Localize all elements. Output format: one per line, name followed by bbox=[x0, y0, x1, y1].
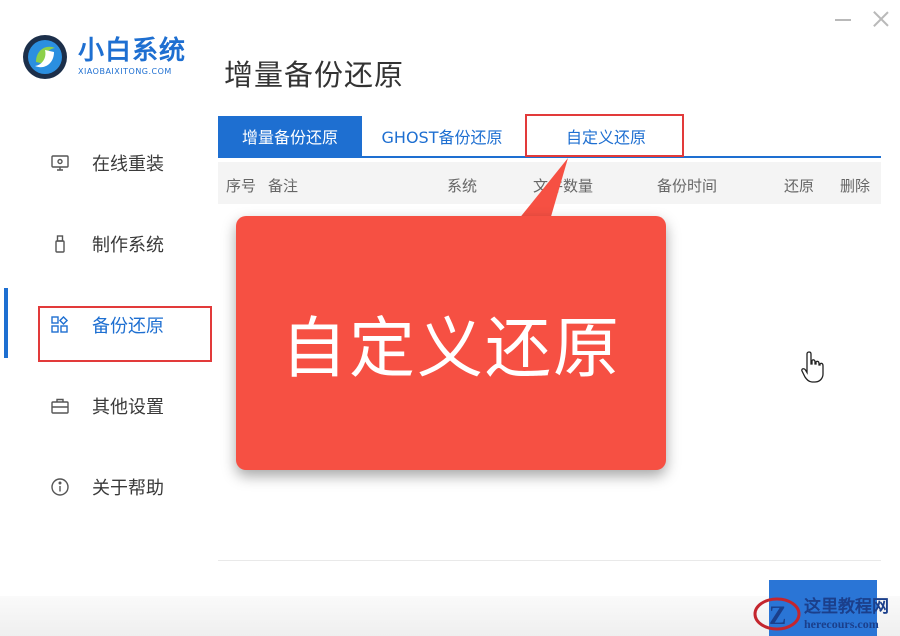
watermark-url: herecours.com bbox=[804, 617, 879, 631]
sidebar-item-label: 在线重装 bbox=[92, 153, 164, 175]
watermark-logo-icon: Z bbox=[753, 597, 801, 631]
divider bbox=[218, 560, 881, 561]
page-title: 增量备份还原 bbox=[224, 58, 405, 92]
watermark: Z 这里教程网 herecours.com bbox=[752, 592, 900, 636]
column-header: 还原 bbox=[784, 177, 815, 195]
hand-cursor-icon bbox=[801, 351, 824, 383]
column-header: 备份时间 bbox=[657, 177, 718, 195]
column-header: 备注 bbox=[268, 177, 299, 195]
sidebar-item-about-help[interactable]: 关于帮助 bbox=[0, 446, 215, 527]
sidebar-item-make-system[interactable]: 制作系统 bbox=[0, 203, 215, 284]
column-header: 删除 bbox=[840, 177, 871, 195]
tab-ghost-backup[interactable]: GHOST备份还原 bbox=[362, 116, 522, 156]
sidebar-item-other-settings[interactable]: 其他设置 bbox=[0, 365, 215, 446]
active-indicator bbox=[4, 288, 8, 358]
watermark-title: 这里教程网 bbox=[804, 597, 889, 617]
sidebar-item-online-reinstall[interactable]: 在线重装 bbox=[0, 122, 215, 203]
callout-text: 自定义还原 bbox=[281, 310, 621, 387]
highlight-box-sidebar bbox=[38, 306, 212, 362]
tab-incremental-backup[interactable]: 增量备份还原 bbox=[218, 116, 362, 156]
column-header: 序号 bbox=[226, 177, 257, 195]
app-domain: XIAOBAIXITONG.COM bbox=[78, 67, 172, 76]
sidebar-item-label: 其他设置 bbox=[92, 396, 164, 418]
sidebar-item-label: 关于帮助 bbox=[92, 477, 164, 499]
callout-bubble: 自定义还原 bbox=[236, 216, 666, 470]
callout-tail bbox=[518, 158, 568, 220]
briefcase-icon bbox=[50, 396, 70, 416]
close-icon[interactable] bbox=[870, 8, 892, 30]
sidebar-item-label: 制作系统 bbox=[92, 234, 164, 256]
svg-text:Z: Z bbox=[769, 601, 786, 630]
app-name: 小白系统 bbox=[78, 36, 187, 66]
highlight-box-tab bbox=[525, 114, 684, 157]
window-controls bbox=[832, 8, 892, 30]
logo-icon bbox=[23, 35, 67, 79]
info-icon bbox=[50, 477, 70, 497]
column-header: 系统 bbox=[447, 177, 478, 195]
minimize-icon[interactable] bbox=[832, 8, 854, 30]
app-logo: 小白系统 XIAOBAIXITONG.COM bbox=[22, 34, 186, 80]
monitor-icon bbox=[50, 153, 70, 173]
usb-drive-icon bbox=[50, 234, 70, 254]
